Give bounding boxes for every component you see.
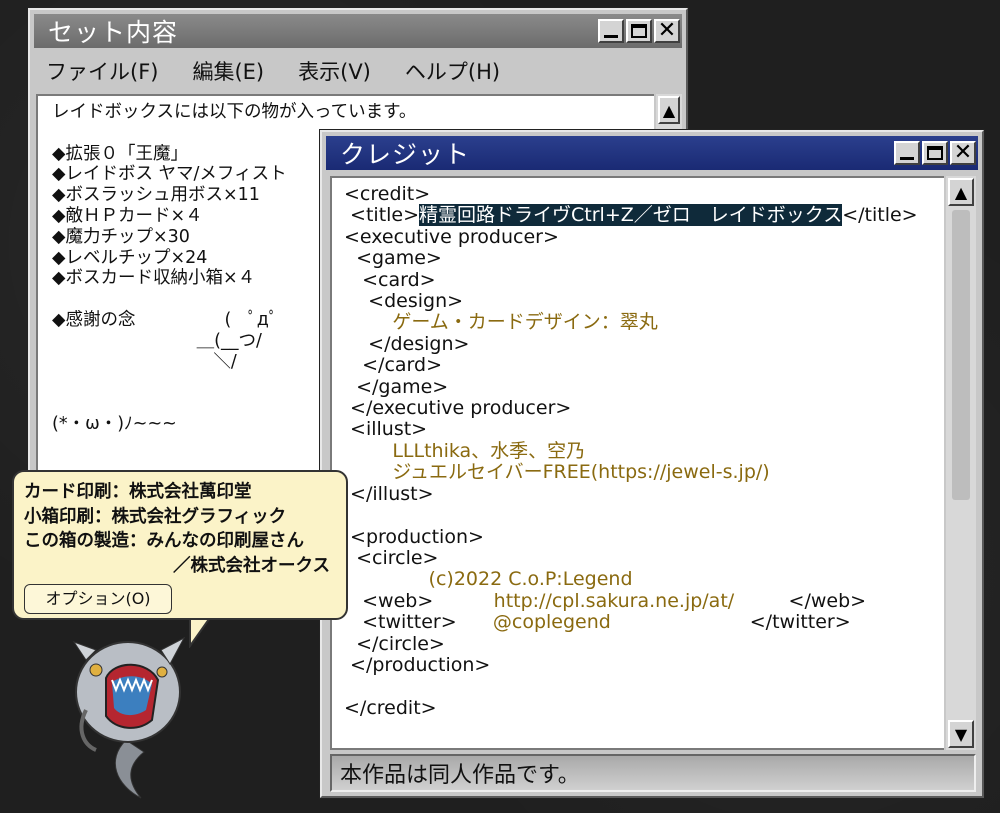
menu-edit[interactable]: 編集(E) xyxy=(192,56,264,86)
credit-line: <circle> xyxy=(344,546,932,569)
xml-tag: <title> xyxy=(344,204,420,227)
credit-value: ジュエルセイバーFREE(https://jewel-s.jp/) xyxy=(344,461,770,484)
credit-line: <credit> xyxy=(344,183,932,205)
window-title: クレジット xyxy=(340,140,471,169)
credit-line: </production> xyxy=(344,653,932,676)
minimize-icon xyxy=(900,157,914,160)
xml-tag: </title> xyxy=(842,204,918,227)
xml-tag: <game> xyxy=(344,247,442,270)
xml-tag: </twitter> xyxy=(610,611,851,634)
bubble-line: 小箱印刷：株式会社グラフィック xyxy=(24,506,287,527)
scroll-up-button[interactable]: ▲ xyxy=(948,178,974,206)
credit-line: <game> xyxy=(344,248,932,269)
scroll-down-button[interactable]: ▼ xyxy=(948,720,974,748)
credit-line: </executive producer> xyxy=(344,397,932,420)
scroll-thumb[interactable] xyxy=(952,210,970,500)
xml-tag: <illust> xyxy=(344,418,428,441)
credit-line: </illust> xyxy=(344,482,932,505)
xml-tag: </circle> xyxy=(344,632,445,655)
mascot-creature-icon xyxy=(72,636,186,799)
contents-line: レイドボックスには以下の物が入っています。 xyxy=(52,102,417,122)
menu-bar: ファイル(F) 編集(E) 表示(V) ヘルプ(H) xyxy=(34,54,682,88)
credit-line xyxy=(344,505,932,526)
maximize-icon xyxy=(927,146,943,160)
credit-line: <production> xyxy=(344,525,932,548)
window-title: セット内容 xyxy=(48,18,179,47)
credit-line: (c)2022 C.o.P:Legend xyxy=(344,569,932,590)
set-contents-titlebar[interactable]: セット内容 ✕ xyxy=(34,14,682,48)
xml-tag: <design> xyxy=(344,290,464,313)
credit-line: </design> xyxy=(344,332,932,355)
bubble-line: この箱の製造：みんなの印刷屋さん xyxy=(24,531,304,551)
credit-value: ゲーム・カードデザイン：翠丸 xyxy=(344,311,658,334)
credit-line: </card> xyxy=(344,355,932,376)
xml-tag: </production> xyxy=(344,653,491,676)
bubble-line: ／株式会社オークス xyxy=(173,555,330,576)
credit-line: ゲーム・カードデザイン：翠丸 xyxy=(344,312,932,333)
credit-line: <twitter> @coplegend </twitter> xyxy=(344,611,932,634)
scrollbar[interactable]: ▲ ▼ xyxy=(946,176,976,750)
xml-tag: <executive producer> xyxy=(344,225,559,248)
credit-value: LLLthika、水季、空乃 xyxy=(344,439,586,462)
credit-line: <web> http://cpl.sakura.ne.jp/at/ </web> xyxy=(344,589,932,612)
credit-value: @coplegend xyxy=(456,611,611,634)
credit-line: <design> xyxy=(344,290,932,313)
xml-tag: <twitter> xyxy=(344,611,457,634)
credit-text: <credit> <title>精霊回路ドライヴCtrl+Z／ゼロ レイドボック… xyxy=(330,176,944,750)
menu-help[interactable]: ヘルプ(H) xyxy=(405,56,500,86)
xml-tag: <circle> xyxy=(344,546,439,569)
credit-line: ジュエルセイバーFREE(https://jewel-s.jp/) xyxy=(344,462,932,483)
credit-line: </credit> xyxy=(344,696,932,719)
credit-line: LLLthika、水季、空乃 xyxy=(344,439,932,462)
option-button[interactable]: オプション(O) xyxy=(24,584,172,614)
xml-tag: <card> xyxy=(344,268,436,291)
xml-tag: </design> xyxy=(344,332,470,355)
credit-line: <title>精霊回路ドライヴCtrl+Z／ゼロ レイドボックス</title> xyxy=(344,204,932,227)
xml-tag: </web> xyxy=(734,589,867,612)
credit-value: http://cpl.sakura.ne.jp/at/ xyxy=(433,589,735,612)
maximize-button[interactable] xyxy=(922,141,948,165)
xml-tag: </game> xyxy=(344,375,449,398)
credit-line: <card> xyxy=(344,268,932,291)
up-arrow-icon: ▲ xyxy=(954,182,968,202)
xml-tag: </card> xyxy=(344,354,442,377)
credit-titlebar[interactable]: クレジット ✕ xyxy=(326,136,978,170)
down-arrow-icon: ▼ xyxy=(954,724,968,744)
credit-line: </game> xyxy=(344,375,932,398)
xml-tag: <production> xyxy=(344,525,484,548)
close-button[interactable]: ✕ xyxy=(950,141,976,165)
up-arrow-icon: ▲ xyxy=(662,100,676,120)
menu-view[interactable]: 表示(V) xyxy=(298,56,371,86)
minimize-icon xyxy=(604,35,618,38)
maximize-icon xyxy=(631,24,647,38)
credit-window: クレジット ✕ <credit> <title>精霊回路ドライヴCtrl+Z／ゼ… xyxy=(320,130,984,798)
close-icon: ✕ xyxy=(953,140,973,165)
xml-tag: </illust> xyxy=(344,482,434,505)
status-bar: 本作品は同人作品です。 xyxy=(330,754,976,792)
credit-line xyxy=(344,676,932,697)
scroll-up-button[interactable]: ▲ xyxy=(658,96,680,124)
close-button[interactable]: ✕ xyxy=(654,19,680,43)
xml-tag: </credit> xyxy=(344,696,437,719)
credit-line: <executive producer> xyxy=(344,225,932,248)
selected-text: 精霊回路ドライヴCtrl+Z／ゼロ レイドボックス xyxy=(419,204,843,227)
close-icon: ✕ xyxy=(657,18,677,43)
maximize-button[interactable] xyxy=(626,19,652,43)
bubble-line: カード印刷：株式会社萬印堂 xyxy=(24,482,252,502)
credit-value: (c)2022 C.o.P:Legend xyxy=(344,568,633,591)
credit-line: <illust> xyxy=(344,419,932,440)
minimize-button[interactable] xyxy=(894,141,920,165)
status-text: 本作品は同人作品です。 xyxy=(340,763,580,788)
menu-file[interactable]: ファイル(F) xyxy=(46,56,158,86)
print-info-bubble: カード印刷：株式会社萬印堂 小箱印刷：株式会社グラフィック この箱の製造：みんな… xyxy=(12,470,348,620)
credit-line: </circle> xyxy=(344,632,932,655)
xml-tag: <credit> xyxy=(344,183,431,205)
xml-tag: </executive producer> xyxy=(344,397,572,420)
xml-tag: <web> xyxy=(344,589,434,612)
minimize-button[interactable] xyxy=(598,19,624,43)
